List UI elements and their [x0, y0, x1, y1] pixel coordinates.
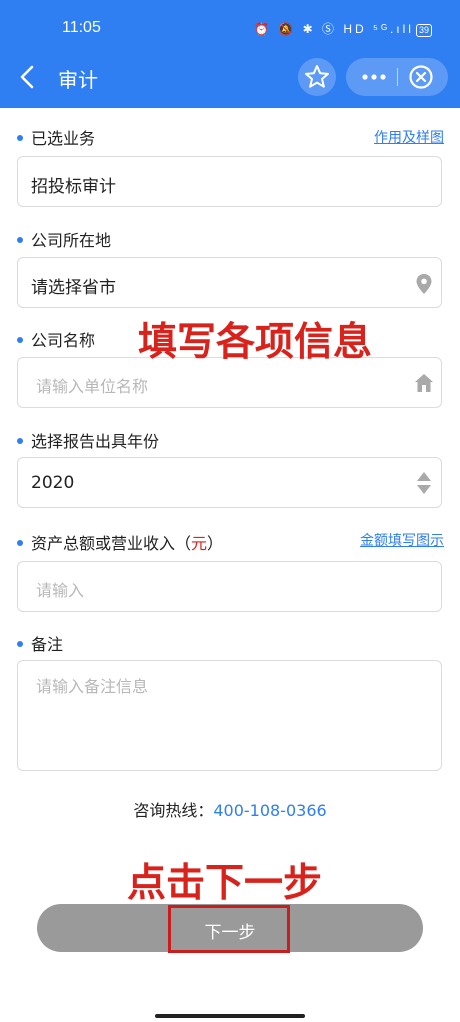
remark-label-text: 备注 — [31, 635, 64, 654]
year-label: 选择报告出具年份 — [17, 428, 159, 452]
fill-info-annotation: 填写各项信息 — [138, 321, 373, 364]
back-arrow-icon[interactable] — [14, 63, 42, 91]
assets-label-close: ） — [207, 534, 224, 553]
building-icon — [415, 374, 433, 392]
status-indicators: ⏰ 🔕 ✱ Ⓢ HD ⁵ᴳ.ıll — [254, 22, 414, 36]
remark-placeholder: 请输入备注信息 — [36, 677, 149, 696]
assets-placeholder: 请输入 — [36, 581, 85, 600]
star-icon — [305, 65, 329, 88]
business-value: 招投标审计 — [31, 177, 116, 197]
home-indicator — [155, 1014, 305, 1018]
hotline-label: 咨询热线： — [133, 801, 214, 820]
assets-unit: 元 — [191, 534, 208, 553]
next-button-highlight-box — [168, 905, 290, 953]
assets-label: 资产总额或营业收入（元） — [17, 530, 223, 554]
year-value: 2020 — [31, 473, 75, 493]
status-time: 11:05 — [62, 19, 101, 36]
mini-program-capsule — [346, 58, 448, 96]
year-label-text: 选择报告出具年份 — [31, 432, 160, 451]
remark-label: 备注 — [17, 631, 63, 655]
business-label: 已选业务 — [17, 125, 95, 149]
location-label-text: 公司所在地 — [31, 231, 112, 250]
bullet-dot — [17, 539, 23, 546]
select-arrows-icon — [417, 472, 431, 494]
bullet-dot — [17, 134, 23, 141]
location-select[interactable]: 请选择省市 — [17, 257, 442, 308]
page-title: 审计 — [58, 68, 98, 92]
hotline-number[interactable]: 400-108-0366 — [213, 801, 326, 820]
remark-textarea[interactable]: 请输入备注信息 — [17, 660, 442, 771]
location-pin-icon — [416, 274, 432, 294]
assets-label-text: 资产总额或营业收入（ — [31, 534, 192, 553]
company-label: 公司名称 — [17, 327, 95, 351]
battery-icon: 39 — [415, 24, 432, 37]
status-icons: ⏰ 🔕 ✱ Ⓢ HD ⁵ᴳ.ıll 39 — [254, 20, 432, 37]
year-select[interactable]: 2020 — [17, 457, 442, 508]
bullet-dot — [17, 640, 23, 647]
bullet-dot — [17, 437, 23, 444]
usage-sample-link[interactable]: 作用及样图 — [374, 127, 444, 147]
status-bar: 11:05 ⏰ 🔕 ✱ Ⓢ HD ⁵ᴳ.ıll 39 — [0, 0, 460, 46]
favorite-button[interactable] — [298, 58, 336, 96]
bullet-dot — [17, 336, 23, 343]
company-label-text: 公司名称 — [31, 331, 96, 350]
bullet-dot — [17, 236, 23, 243]
nav-bar: 审计 — [0, 46, 460, 108]
more-icon[interactable] — [354, 61, 394, 93]
click-next-annotation: 点击下一步 — [127, 862, 323, 905]
amount-guide-link[interactable]: 金额填写图示 — [360, 530, 444, 550]
location-label: 公司所在地 — [17, 227, 111, 251]
location-value: 请选择省市 — [31, 278, 116, 298]
capsule-divider — [397, 68, 398, 86]
business-label-text: 已选业务 — [31, 129, 96, 148]
company-placeholder: 请输入单位名称 — [36, 377, 149, 396]
consult-hotline: 咨询热线：400-108-0366 — [0, 797, 460, 821]
business-field[interactable]: 招投标审计 — [17, 156, 442, 207]
assets-input[interactable]: 请输入 — [17, 561, 442, 612]
close-icon[interactable] — [406, 62, 436, 92]
